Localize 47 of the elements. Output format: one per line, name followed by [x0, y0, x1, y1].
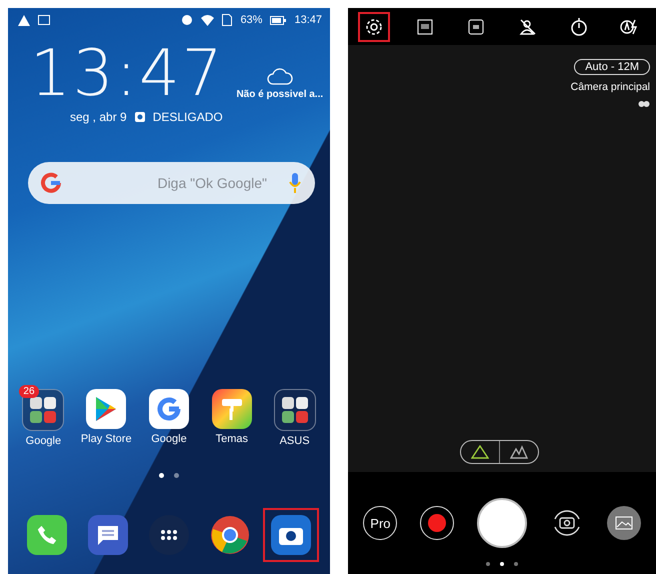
notification-badge: 26	[19, 385, 39, 398]
microphone-icon	[289, 173, 301, 193]
shutter-button[interactable]	[476, 498, 527, 548]
settings-icon	[364, 16, 384, 36]
camera-label: Câmera principal	[570, 81, 650, 93]
face-off-icon	[518, 16, 538, 36]
app-drawer-icon[interactable]	[148, 515, 189, 555]
paint-roller-icon[interactable]	[212, 389, 252, 429]
mountains-icon	[510, 445, 528, 459]
mountain-icon	[470, 445, 488, 459]
app-label: ASUS	[280, 435, 310, 447]
status-time: 13:47	[294, 14, 322, 26]
warning-icon	[18, 14, 30, 26]
record-button[interactable]	[420, 506, 454, 540]
sd-card-icon	[222, 14, 232, 26]
app-label: Google	[151, 433, 187, 445]
image-icon	[38, 15, 50, 25]
google-logo-icon	[40, 172, 62, 194]
folder-icon[interactable]	[274, 389, 316, 431]
camera-icon[interactable]	[271, 515, 312, 555]
battery-icon	[270, 16, 286, 24]
weather-text: Não é possivel a...	[236, 89, 324, 100]
cloud-icon	[266, 67, 293, 85]
pro-mode-button[interactable]: Pro	[363, 506, 398, 540]
clock-time: 13:47	[30, 46, 224, 102]
aspect-ratio-icon	[466, 16, 486, 36]
app-label: Google	[26, 435, 62, 447]
app-label: Temas	[216, 433, 248, 445]
search-placeholder: Diga "Ok Google"	[156, 175, 268, 191]
phone-icon[interactable]	[26, 515, 67, 555]
gallery-button[interactable]	[606, 506, 641, 540]
message-icon[interactable]	[88, 515, 128, 555]
lens-toggle[interactable]	[460, 440, 538, 464]
battery-percent: 63%	[240, 14, 262, 26]
google-icon[interactable]	[148, 389, 189, 429]
app-label: Play Store	[80, 433, 132, 445]
browser-icon	[210, 515, 250, 555]
image-icon	[614, 516, 633, 530]
alarm-status: DESLIGADO	[152, 110, 223, 124]
folder-icon[interactable]	[22, 389, 64, 431]
timer-icon	[568, 16, 589, 36]
hdr-icon	[414, 16, 435, 36]
play-store-icon[interactable]	[86, 389, 126, 429]
alarm-icon	[134, 112, 145, 122]
date-text: seg , abr 9	[70, 110, 127, 124]
wifi-icon	[201, 14, 214, 26]
resolution-pill[interactable]: Auto - 12M	[574, 59, 650, 75]
